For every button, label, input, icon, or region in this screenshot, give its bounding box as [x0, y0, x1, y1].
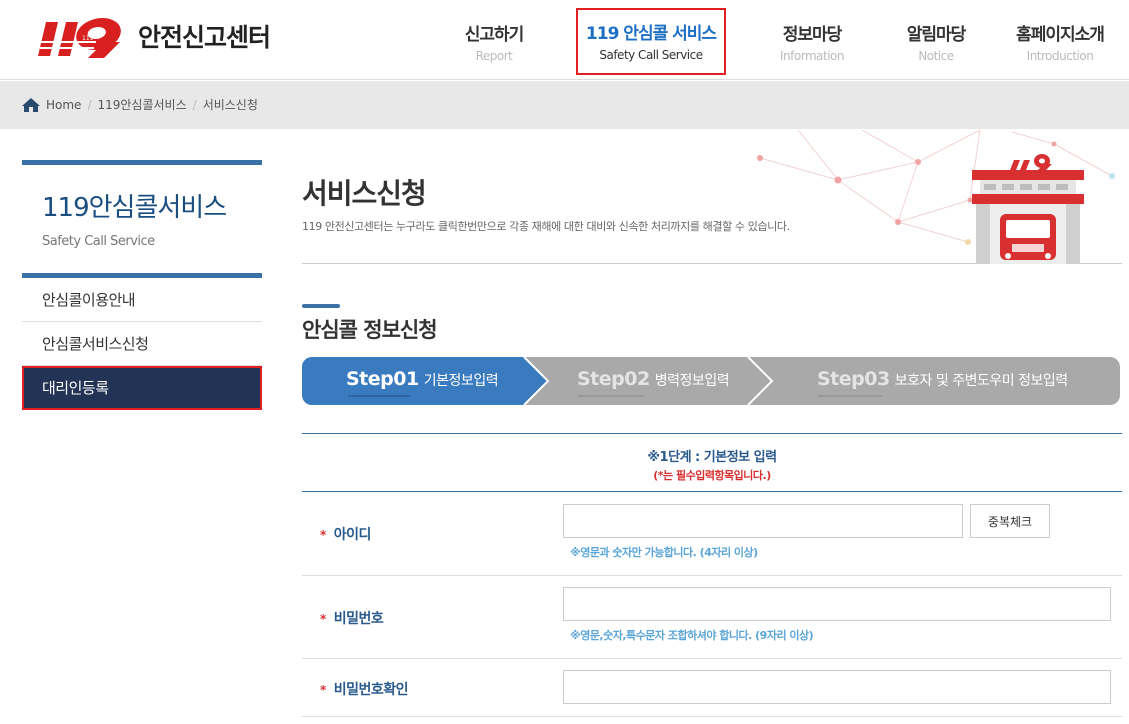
breadcrumb-separator: /: [192, 97, 197, 112]
breadcrumb: Home / 119안심콜서비스 / 서비스신청: [22, 96, 258, 113]
basic-info-form: ※1단계 : 기본정보 입력 (*는 필수입력항목입니다.) * 아이디 중복체크…: [302, 433, 1122, 717]
section-title: 안심콜 정보신청: [302, 318, 438, 342]
sidebar-subtitle: Safety Call Service: [42, 234, 155, 249]
password-confirm-input[interactable]: [563, 670, 1111, 704]
sidebar-item-agent-register[interactable]: 대리인등록: [22, 366, 262, 410]
breadcrumb-home[interactable]: Home: [46, 98, 81, 112]
password-hint: ※영문,숫자,특수문자 조합하셔야 합니다. (9자리 이상): [570, 629, 814, 642]
password-confirm-label: * 비밀번호확인: [320, 682, 409, 698]
form-caption: ※1단계 : 기본정보 입력 (*는 필수입력항목입니다.): [302, 434, 1122, 492]
required-mark: *: [320, 612, 326, 626]
password-label: * 비밀번호: [320, 611, 384, 627]
duplicate-check-button[interactable]: 중복체크: [970, 504, 1050, 538]
breadcrumb-safety-call[interactable]: 119안심콜서비스: [97, 96, 186, 113]
form-row-id: * 아이디 중복체크 ※영문과 숫자만 가능합니다. (4자리 이상): [302, 492, 1122, 576]
password-input[interactable]: [563, 587, 1111, 621]
form-step-caption: ※1단계 : 기본정보 입력: [647, 450, 777, 465]
breadcrumb-bar: Home / 119안심콜서비스 / 서비스신청: [0, 81, 1129, 129]
required-mark: *: [320, 528, 326, 542]
id-input[interactable]: [563, 504, 963, 538]
page-header: 서비스신청 119 안전신고센터는 누구라도 클릭한번만으로 각종 재해에 대한…: [302, 130, 1122, 264]
form-row-password-confirm: * 비밀번호확인: [302, 659, 1122, 717]
breadcrumb-current: 서비스신청: [202, 98, 258, 112]
nav-information[interactable]: 정보마당 Information: [766, 8, 858, 74]
form-row-password: * 비밀번호 ※영문,숫자,특수문자 조합하셔야 합니다. (9자리 이상): [302, 576, 1122, 659]
page-description: 119 안전신고센터는 누구라도 클릭한번만으로 각종 재해에 대한 대비와 신…: [302, 220, 790, 233]
main-nav: 신고하기 Report 119 안심콜 서비스 Safety Call Serv…: [0, 8, 1129, 75]
sidebar-item-usage-guide[interactable]: 안심콜이용안내: [22, 278, 262, 322]
nav-safety-call-service[interactable]: 119 안심콜 서비스 Safety Call Service: [576, 8, 726, 75]
sidebar-menu: 안심콜이용안내 안심콜서비스신청 대리인등록: [22, 278, 262, 410]
nav-notice[interactable]: 알림마당 Notice: [890, 8, 982, 74]
section-accent-bar: [302, 304, 340, 308]
required-fields-note: (*는 필수입력항목입니다.): [653, 469, 771, 482]
sidebar-title: 119안심콜서비스: [42, 193, 227, 223]
step-1: Step01 기본정보입력: [346, 368, 499, 390]
sidebar: 119안심콜서비스 Safety Call Service 안심콜이용안내 안심…: [22, 160, 262, 410]
step-2: Step02 병력정보입력: [577, 368, 730, 390]
id-label: * 아이디: [320, 527, 371, 543]
nav-introduction[interactable]: 홈페이지소개 Introduction: [1002, 8, 1118, 74]
step-3: Step03 보호자 및 주변도우미 정보입력: [817, 368, 1068, 390]
fire-station-illustration: [757, 130, 1115, 264]
home-icon[interactable]: [22, 97, 40, 113]
sidebar-item-service-apply[interactable]: 안심콜서비스신청: [22, 322, 262, 366]
main-content: 서비스신청 119 안전신고센터는 누구라도 클릭한번만으로 각종 재해에 대한…: [302, 130, 1122, 717]
breadcrumb-separator: /: [87, 97, 92, 112]
required-mark: *: [320, 683, 326, 697]
id-hint: ※영문과 숫자만 가능합니다. (4자리 이상): [570, 546, 758, 559]
page-title: 서비스신청: [302, 177, 427, 210]
sidebar-header: 119안심콜서비스 Safety Call Service: [22, 160, 262, 278]
step-indicator: Step01 기본정보입력 Step02 병력정보입력 Step03 보호자 및…: [302, 356, 1120, 406]
nav-report[interactable]: 신고하기 Report: [448, 8, 540, 74]
site-header: 119 안전신고센터 신고하기 Report 119 안심콜 서비스 Safet…: [0, 0, 1129, 80]
